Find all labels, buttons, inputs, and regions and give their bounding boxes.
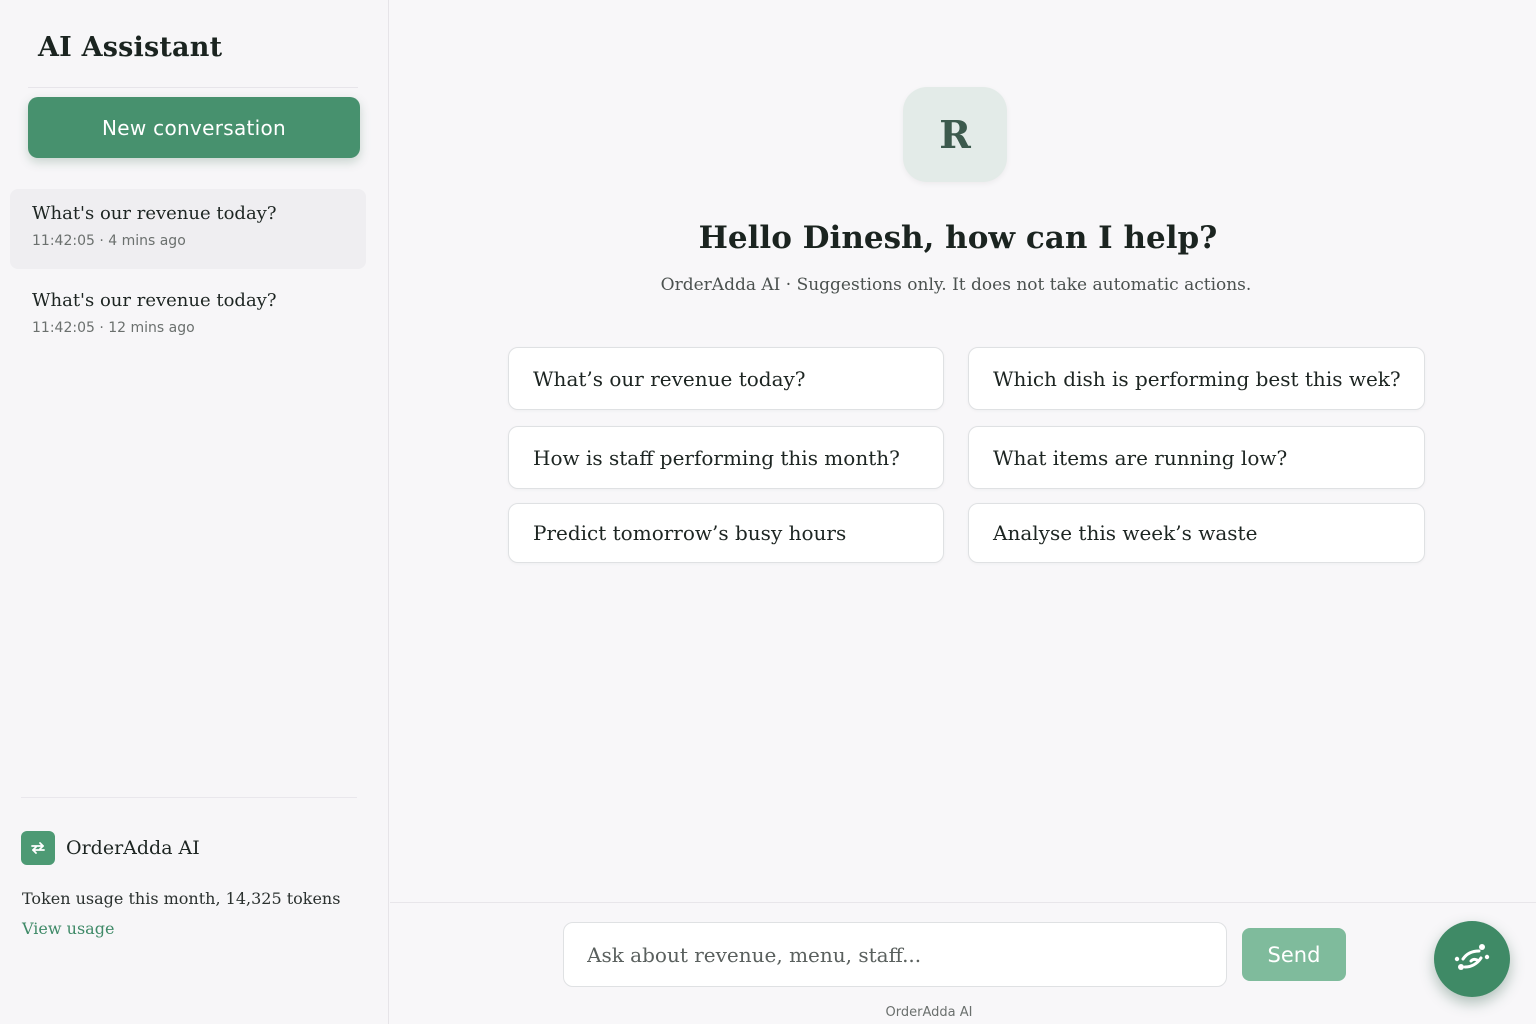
token-usage: Token usage this month, 14,325 tokens bbox=[22, 889, 341, 908]
conversation-title: What's our revenue today? bbox=[32, 203, 277, 224]
greeting: Hello Dinesh, how can I help? bbox=[698, 220, 1218, 256]
input-divider bbox=[390, 902, 1536, 903]
conversation-item[interactable]: What's our revenue today? 11:42:05 · 12 … bbox=[10, 276, 366, 356]
sidebar: AI Assistant New conversation What's our… bbox=[0, 0, 389, 1024]
brand-row: OrderAdda AI bbox=[21, 831, 200, 865]
conversation-title: What's our revenue today? bbox=[32, 290, 277, 311]
suggestion-button[interactable]: What’s our revenue today? bbox=[508, 347, 944, 410]
swap-arrows-icon bbox=[21, 831, 55, 865]
suggestion-button[interactable]: Which dish is performing best this wek? bbox=[968, 347, 1425, 410]
send-button[interactable]: Send bbox=[1242, 928, 1346, 981]
subtitle: OrderAdda AI · Suggestions only. It does… bbox=[660, 275, 1252, 295]
conversation-item[interactable]: What's our revenue today? 11:42:05 · 4 m… bbox=[10, 189, 366, 269]
suggestion-button[interactable]: How is staff performing this month? bbox=[508, 426, 944, 489]
sidebar-divider bbox=[28, 87, 358, 88]
sidebar-divider bbox=[21, 797, 357, 798]
footer-label: OrderAdda AI bbox=[885, 1005, 973, 1020]
main-panel: R Hello Dinesh, how can I help? OrderAdd… bbox=[390, 0, 1536, 1024]
view-usage-link[interactable]: View usage bbox=[22, 919, 114, 938]
new-conversation-button[interactable]: New conversation bbox=[28, 97, 360, 158]
avatar: R bbox=[903, 87, 1007, 182]
sidebar-title: AI Assistant bbox=[38, 32, 223, 63]
ai-sparkle-icon bbox=[1451, 937, 1493, 982]
brand-name: OrderAdda AI bbox=[66, 837, 200, 859]
conversation-meta: 11:42:05 · 4 mins ago bbox=[32, 233, 186, 249]
ai-assistant-fab[interactable] bbox=[1434, 921, 1510, 997]
suggestion-button[interactable]: What items are running low? bbox=[968, 426, 1425, 489]
conversation-meta: 11:42:05 · 12 mins ago bbox=[32, 320, 195, 336]
suggestion-button[interactable]: Predict tomorrow’s busy hours bbox=[508, 503, 944, 563]
suggestion-button[interactable]: Analyse this week’s waste bbox=[968, 503, 1425, 563]
chat-input[interactable] bbox=[563, 922, 1227, 987]
